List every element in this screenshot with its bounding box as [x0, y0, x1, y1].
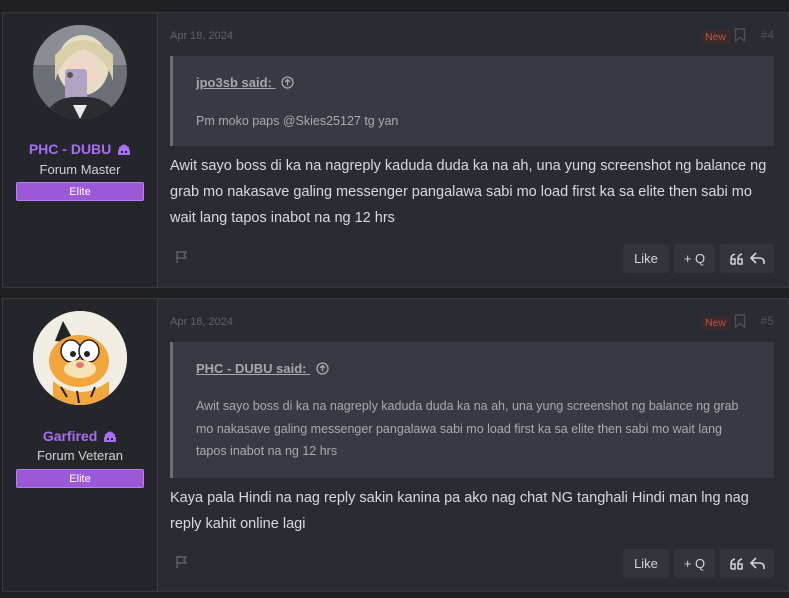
- rank-icon: [104, 431, 117, 442]
- quote-block: PHC - DUBU said: Awit sayo boss di ka na…: [170, 342, 774, 478]
- report-flag-icon[interactable]: [175, 250, 189, 264]
- quote-block: jpo3sb said: Pm moko paps @Skies25127 tg…: [170, 56, 774, 146]
- post-actions: Like + Q: [623, 244, 774, 273]
- avatar[interactable]: [33, 311, 127, 405]
- user-title: Forum Veteran: [37, 448, 123, 463]
- post: Garfired Forum Veteran Elite Apr 18, 202…: [2, 298, 789, 592]
- post-number[interactable]: #5: [761, 314, 774, 328]
- reply-icon: [749, 557, 765, 569]
- message-body: Kaya pala Hindi na nag reply sakin kanin…: [170, 490, 749, 532]
- message-body: Awit sayo boss di ka na nagreply kaduda …: [170, 158, 767, 226]
- new-badge: New: [700, 316, 730, 330]
- report-flag-icon[interactable]: [175, 555, 189, 569]
- quote-text: Pm moko paps @Skies25127 tg yan: [196, 114, 399, 128]
- post-content: Apr 18, 2024 New #4 jpo3sb said: Pm moko…: [158, 13, 788, 287]
- post-date[interactable]: Apr 18, 2024: [170, 316, 233, 328]
- post-date[interactable]: Apr 18, 2024: [170, 30, 233, 42]
- username[interactable]: PHC - DUBU: [3, 141, 157, 157]
- like-button[interactable]: Like: [623, 244, 669, 273]
- user-cell: PHC - DUBU Forum Master Elite: [3, 13, 158, 287]
- like-button[interactable]: Like: [623, 549, 669, 578]
- quote-reply-button[interactable]: [720, 244, 774, 273]
- user-banner: Elite: [16, 182, 144, 201]
- post-content: Apr 18, 2024 New #5 PHC - DUBU said: Awi…: [158, 299, 788, 591]
- user-title: Forum Master: [39, 162, 121, 177]
- reply-icon: [749, 252, 765, 264]
- multiquote-button[interactable]: + Q: [674, 549, 715, 578]
- multiquote-button[interactable]: + Q: [674, 244, 715, 273]
- avatar[interactable]: [33, 25, 127, 119]
- quote-icon: [729, 557, 743, 570]
- quote-icon: [729, 252, 743, 265]
- rank-icon: [118, 144, 131, 155]
- bookmark-icon[interactable]: [734, 28, 746, 42]
- quote-arrow-icon[interactable]: [316, 362, 329, 375]
- bookmark-icon[interactable]: [734, 314, 746, 328]
- user-banner: Elite: [16, 469, 144, 488]
- post-actions: Like + Q: [623, 549, 774, 578]
- quote-author-text[interactable]: jpo3sb said:: [196, 75, 272, 90]
- username-text[interactable]: PHC - DUBU: [29, 141, 111, 157]
- post: PHC - DUBU Forum Master Elite Apr 18, 20…: [2, 12, 789, 288]
- quote-arrow-icon[interactable]: [281, 76, 295, 89]
- quote-author[interactable]: PHC - DUBU said:: [196, 361, 329, 376]
- user-cell: Garfired Forum Veteran Elite: [3, 299, 158, 591]
- username-text[interactable]: Garfired: [43, 428, 97, 444]
- username[interactable]: Garfired: [3, 428, 157, 444]
- quote-reply-button[interactable]: [720, 549, 774, 578]
- quote-author-text[interactable]: PHC - DUBU said:: [196, 361, 307, 376]
- quote-author[interactable]: jpo3sb said:: [196, 75, 295, 90]
- post-number[interactable]: #4: [761, 28, 774, 42]
- quote-text: Awit sayo boss di ka na nagreply kaduda …: [196, 399, 739, 458]
- new-badge: New: [700, 30, 730, 44]
